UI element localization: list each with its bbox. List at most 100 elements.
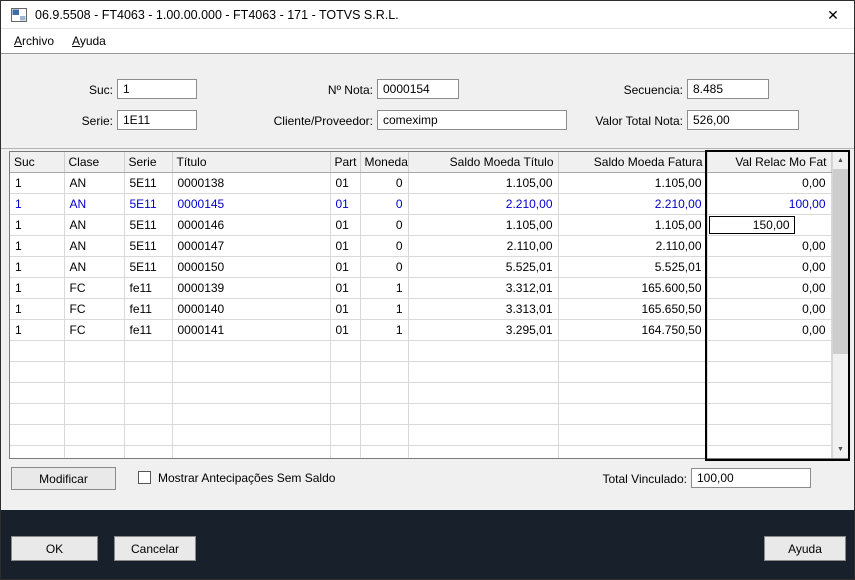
cell-saldo_titulo[interactable]: 3.312,01	[408, 277, 559, 299]
secuencia-field[interactable]: 8.485	[687, 79, 769, 99]
vertical-scrollbar[interactable]: ▲ ▼	[831, 152, 848, 458]
table-row[interactable]: 1 FC fe11 0000141 01 1 3.295,01 164.750,50 0,00	[10, 319, 832, 341]
total-vinculado-field[interactable]: 100,00	[691, 468, 811, 488]
cell-val_relac[interactable]: 150,00	[707, 214, 832, 236]
cell-part[interactable]: 01	[330, 319, 361, 341]
cell-clase[interactable]: AN	[64, 214, 125, 236]
cell-saldo_fatura[interactable]: 2.110,00	[558, 235, 708, 257]
table-row[interactable]: 1 AN 5E11 0000138 01 0 1.105,00 1.105,00 0,00	[10, 172, 832, 194]
inline-edit-input[interactable]: 150,00	[708, 215, 795, 234]
cell-part[interactable]: 01	[330, 277, 361, 299]
cell-saldo_titulo[interactable]: 3.295,01	[408, 319, 559, 341]
cell-titulo[interactable]: 0000145	[172, 193, 331, 215]
cell-titulo[interactable]: 0000139	[172, 277, 331, 299]
cell-moneda[interactable]: 0	[360, 256, 409, 278]
valor-field[interactable]: 526,00	[687, 110, 799, 130]
nota-field[interactable]: 0000154	[377, 79, 459, 99]
mostrar-antecipacoes-checkbox[interactable]	[138, 471, 151, 484]
cell-clase[interactable]: AN	[64, 235, 125, 257]
cell-val_relac[interactable]: 0,00	[707, 277, 832, 299]
cell-saldo_fatura[interactable]: 5.525,01	[558, 256, 708, 278]
cell-titulo[interactable]: 0000138	[172, 172, 331, 194]
cell-val_relac[interactable]: 0,00	[707, 172, 832, 194]
cell-val_relac[interactable]: 0,00	[707, 235, 832, 257]
table-row[interactable]: 1 FC fe11 0000140 01 1 3.313,01 165.650,50 0,00	[10, 298, 832, 320]
cell-saldo_fatura[interactable]: 1.105,00	[558, 172, 708, 194]
cell-saldo_fatura[interactable]: 165.650,50	[558, 298, 708, 320]
cell-suc[interactable]: 1	[10, 235, 65, 257]
cell-titulo[interactable]: 0000146	[172, 214, 331, 236]
cell-part[interactable]: 01	[330, 235, 361, 257]
cell-val_relac[interactable]: 0,00	[707, 256, 832, 278]
cell-part[interactable]: 01	[330, 256, 361, 278]
cell-suc[interactable]: 1	[10, 319, 65, 341]
cell-moneda[interactable]: 1	[360, 319, 409, 341]
ok-button[interactable]: OK	[11, 536, 98, 561]
cancelar-button[interactable]: Cancelar	[114, 536, 196, 561]
cell-suc[interactable]: 1	[10, 256, 65, 278]
cell-clase[interactable]: AN	[64, 256, 125, 278]
table-row[interactable]: 1 AN 5E11 0000147 01 0 2.110,00 2.110,00 0,00	[10, 235, 832, 257]
close-icon[interactable]: ✕	[822, 4, 844, 26]
cell-titulo[interactable]: 0000140	[172, 298, 331, 320]
modificar-button[interactable]: Modificar	[11, 467, 116, 490]
scrollbar-thumb[interactable]	[832, 169, 848, 354]
cell-clase[interactable]: FC	[64, 319, 125, 341]
cell-moneda[interactable]: 0	[360, 235, 409, 257]
cell-serie[interactable]: 5E11	[124, 172, 173, 194]
cell-part[interactable]: 01	[330, 193, 361, 215]
cell-suc[interactable]: 1	[10, 298, 65, 320]
scrollbar-down-icon[interactable]: ▼	[832, 441, 848, 458]
cell-clase[interactable]: AN	[64, 172, 125, 194]
cell-saldo_titulo[interactable]: 1.105,00	[408, 172, 559, 194]
cell-part[interactable]: 01	[330, 298, 361, 320]
menu-item-archivo[interactable]: Archivo	[5, 31, 63, 51]
cell-val_relac[interactable]: 0,00	[707, 319, 832, 341]
cell-serie[interactable]: 5E11	[124, 256, 173, 278]
cell-val_relac[interactable]: 0,00	[707, 298, 832, 320]
cell-serie[interactable]: 5E11	[124, 193, 173, 215]
cell-suc[interactable]: 1	[10, 214, 65, 236]
cell-titulo[interactable]: 0000150	[172, 256, 331, 278]
table-row[interactable]: 1 AN 5E11 0000146 01 0 1.105,00 1.105,00 150,00	[10, 214, 832, 236]
menu-item-ayuda[interactable]: Ayuda	[63, 31, 115, 51]
cell-part[interactable]: 01	[330, 214, 361, 236]
cell-suc[interactable]: 1	[10, 193, 65, 215]
cell-titulo[interactable]: 0000141	[172, 319, 331, 341]
cell-clase[interactable]: FC	[64, 298, 125, 320]
cell-serie[interactable]: fe11	[124, 298, 173, 320]
cell-saldo_fatura[interactable]: 2.210,00	[558, 193, 708, 215]
table-row[interactable]: 1 AN 5E11 0000150 01 0 5.525,01 5.525,01 0,00	[10, 256, 832, 278]
scrollbar-up-icon[interactable]: ▲	[832, 152, 848, 169]
cell-serie[interactable]: fe11	[124, 277, 173, 299]
cell-serie[interactable]: fe11	[124, 319, 173, 341]
cell-moneda[interactable]: 0	[360, 214, 409, 236]
cell-serie[interactable]: 5E11	[124, 214, 173, 236]
cliente-field[interactable]: comeximp	[377, 110, 567, 130]
cell-saldo_fatura[interactable]: 164.750,50	[558, 319, 708, 341]
cell-saldo_titulo[interactable]: 2.110,00	[408, 235, 559, 257]
cell-saldo_titulo[interactable]: 5.525,01	[408, 256, 559, 278]
cell-moneda[interactable]: 1	[360, 298, 409, 320]
suc-field[interactable]: 1	[117, 79, 197, 99]
cell-saldo_fatura[interactable]: 165.600,50	[558, 277, 708, 299]
cell-serie[interactable]: 5E11	[124, 235, 173, 257]
cell-suc[interactable]: 1	[10, 277, 65, 299]
serie-field[interactable]: 1E11	[117, 110, 197, 130]
cell-moneda[interactable]: 1	[360, 277, 409, 299]
cell-val_relac[interactable]: 100,00	[707, 193, 832, 215]
table-row[interactable]: 1 AN 5E11 0000145 01 0 2.210,00 2.210,00 100,00	[10, 193, 832, 215]
cell-saldo_titulo[interactable]: 3.313,01	[408, 298, 559, 320]
cell-clase[interactable]: FC	[64, 277, 125, 299]
cell-saldo_titulo[interactable]: 1.105,00	[408, 214, 559, 236]
cell-saldo_titulo[interactable]: 2.210,00	[408, 193, 559, 215]
cell-saldo_fatura[interactable]: 1.105,00	[558, 214, 708, 236]
cell-part[interactable]: 01	[330, 172, 361, 194]
cell-titulo[interactable]: 0000147	[172, 235, 331, 257]
cell-clase[interactable]: AN	[64, 193, 125, 215]
table-row[interactable]: 1 FC fe11 0000139 01 1 3.312,01 165.600,50 0,00	[10, 277, 832, 299]
cell-suc[interactable]: 1	[10, 172, 65, 194]
cell-moneda[interactable]: 0	[360, 172, 409, 194]
ayuda-button[interactable]: Ayuda	[764, 536, 846, 561]
cell-moneda[interactable]: 0	[360, 193, 409, 215]
